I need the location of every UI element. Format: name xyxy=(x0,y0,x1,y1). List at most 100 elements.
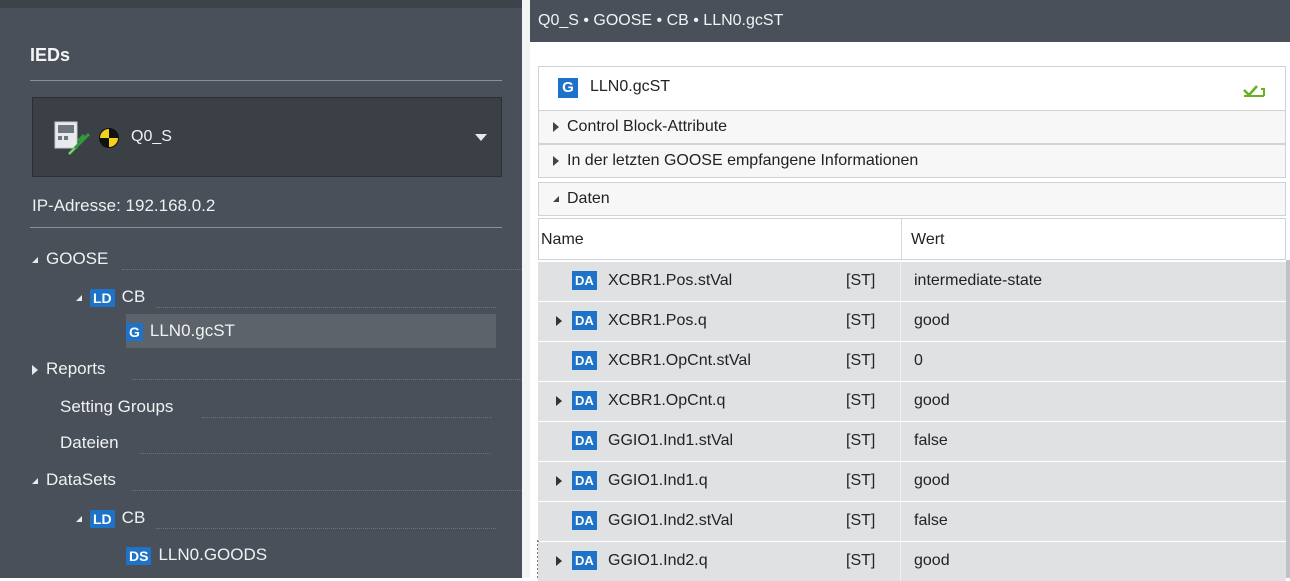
vertical-scrollbar[interactable] xyxy=(1286,260,1290,578)
row-fc: [ST] xyxy=(846,512,876,529)
row-name: XCBR1.OpCnt.stVal xyxy=(608,352,751,369)
expand-triangle-icon[interactable] xyxy=(32,364,38,375)
tree-label: Dateien xyxy=(60,433,119,452)
row-fc: [ST] xyxy=(846,352,876,369)
expand-triangle-icon[interactable] xyxy=(553,155,559,166)
collapse-triangle-icon[interactable] xyxy=(76,515,82,522)
panel-splitter[interactable] xyxy=(522,0,530,578)
table-row[interactable]: DA XCBR1.Pos.q [ST] good xyxy=(538,302,1286,341)
tree-label: Reports xyxy=(46,359,106,378)
row-value: good xyxy=(914,472,950,489)
data-attribute-badge-icon: DA xyxy=(572,271,597,290)
column-header-name[interactable]: Name xyxy=(541,231,584,249)
row-name: GGIO1.Ind1.q xyxy=(608,472,708,489)
table-row[interactable]: DA XCBR1.Pos.stVal [ST] intermediate-sta… xyxy=(538,262,1286,301)
section-label: In der letzten GOOSE empfangene Informat… xyxy=(567,152,919,169)
table-row[interactable]: DA XCBR1.OpCnt.stVal [ST] 0 xyxy=(538,342,1286,381)
goose-badge-icon: G xyxy=(126,322,143,341)
table-row[interactable]: DA GGIO1.Ind2.q [ST] good xyxy=(538,542,1286,581)
data-attribute-badge-icon: DA xyxy=(572,311,597,330)
row-value: 0 xyxy=(914,352,923,369)
section-last-goose-info[interactable]: In der letzten GOOSE empfangene Informat… xyxy=(538,144,1286,178)
tree-item-reports[interactable]: Reports xyxy=(32,352,522,386)
table-row[interactable]: DA GGIO1.Ind1.stVal [ST] false xyxy=(538,422,1286,461)
tree-label: CB xyxy=(121,287,146,306)
ied-dropdown[interactable]: Q0_S xyxy=(32,97,502,177)
section-control-block-attributes[interactable]: Control Block-Attribute xyxy=(538,110,1286,144)
ied-name: Q0_S xyxy=(131,128,172,145)
section-label: Control Block-Attribute xyxy=(567,118,728,135)
row-fc: [ST] xyxy=(846,312,876,329)
tree-item-lln0-gcst[interactable]: G LLN0.gcST xyxy=(126,314,496,348)
row-name: XCBR1.Pos.stVal xyxy=(608,272,733,289)
control-block-header: G LLN0.gcST xyxy=(538,66,1286,110)
section-label: Daten xyxy=(567,190,610,207)
data-attribute-badge-icon: DA xyxy=(572,551,597,570)
collapse-triangle-icon[interactable] xyxy=(76,294,82,301)
subscribed-check-icon xyxy=(1243,85,1265,97)
row-value: false xyxy=(914,512,948,529)
collapse-triangle-icon[interactable] xyxy=(32,256,38,263)
row-value: false xyxy=(914,432,948,449)
tree-label: LLN0.GOODS xyxy=(158,545,268,564)
simulation-ball-icon xyxy=(99,128,119,148)
row-fc: [ST] xyxy=(846,272,876,289)
ip-address: IP-Adresse: 192.168.0.2 xyxy=(32,196,216,215)
tree-item-dateien[interactable]: Dateien xyxy=(60,426,490,460)
expand-triangle-icon[interactable] xyxy=(556,396,562,406)
row-value: good xyxy=(914,552,950,569)
table-row[interactable]: DA GGIO1.Ind1.q [ST] good xyxy=(538,462,1286,501)
tree-item-setting-groups[interactable]: Setting Groups xyxy=(60,390,492,424)
section-daten[interactable]: Daten xyxy=(538,182,1286,216)
data-attribute-badge-icon: DA xyxy=(572,351,597,370)
row-value: intermediate-state xyxy=(914,272,1043,289)
breadcrumb: Q0_S • GOOSE • CB • LLN0.gcST xyxy=(530,0,1290,42)
expand-triangle-icon[interactable] xyxy=(556,476,562,486)
row-name: XCBR1.Pos.q xyxy=(608,312,707,329)
dataset-badge-icon: DS xyxy=(126,546,152,565)
row-value: good xyxy=(914,312,950,329)
table-row[interactable]: DA GGIO1.Ind2.stVal [ST] false xyxy=(538,502,1286,541)
column-header-value[interactable]: Wert xyxy=(911,231,944,249)
expand-triangle-icon[interactable] xyxy=(553,121,559,132)
device-connected-icon xyxy=(54,121,91,156)
tree-item-goose[interactable]: GOOSE xyxy=(32,242,522,276)
tree-label: LLN0.gcST xyxy=(149,321,235,340)
table-header: Name Wert xyxy=(538,218,1286,260)
divider xyxy=(30,80,502,81)
ied-panel: IEDs Q0_S IP-Adresse: 192.168.0.2 GOOSE … xyxy=(0,0,522,578)
tree-label: CB xyxy=(121,508,146,527)
data-attribute-badge-icon: DA xyxy=(572,511,597,530)
row-name: XCBR1.OpCnt.q xyxy=(608,392,726,409)
row-fc: [ST] xyxy=(846,432,876,449)
tree-item-datasets[interactable]: DataSets xyxy=(32,463,522,497)
tree-item-ld-cb[interactable]: LD CB xyxy=(76,280,496,314)
row-name: GGIO1.Ind2.q xyxy=(608,552,708,569)
tree-label: Setting Groups xyxy=(60,397,174,416)
row-fc: [ST] xyxy=(846,392,876,409)
divider xyxy=(30,227,502,228)
ld-badge-icon: LD xyxy=(90,288,115,307)
tree-item-lln0-goods[interactable]: DS LLN0.GOODS xyxy=(126,538,267,572)
ieds-heading: IEDs xyxy=(30,45,71,65)
data-attribute-badge-icon: DA xyxy=(572,471,597,490)
table-row[interactable]: DA XCBR1.OpCnt.q [ST] good xyxy=(538,382,1286,421)
row-fc: [ST] xyxy=(846,472,876,489)
row-name: GGIO1.Ind1.stVal xyxy=(608,432,734,449)
data-attribute-badge-icon: DA xyxy=(572,431,597,450)
ld-badge-icon: LD xyxy=(90,509,115,528)
expand-triangle-icon[interactable] xyxy=(556,556,562,566)
collapse-triangle-icon[interactable] xyxy=(32,477,38,484)
chevron-down-icon[interactable] xyxy=(475,134,487,141)
tree-label: GOOSE xyxy=(46,249,109,268)
row-value: good xyxy=(914,392,950,409)
tree-item-ds-ld-cb[interactable]: LD CB xyxy=(76,501,496,535)
row-fc: [ST] xyxy=(846,552,876,569)
data-attribute-badge-icon: DA xyxy=(572,391,597,410)
collapse-triangle-icon[interactable] xyxy=(553,195,559,202)
tree-label: DataSets xyxy=(46,470,116,489)
goose-badge-icon: G xyxy=(558,78,578,98)
expand-triangle-icon[interactable] xyxy=(556,316,562,326)
row-name: GGIO1.Ind2.stVal xyxy=(608,512,734,529)
panel-top-strip xyxy=(0,0,522,8)
